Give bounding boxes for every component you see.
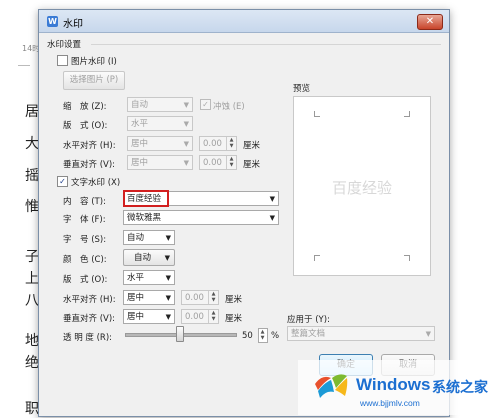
text-halign-value: 居中 [127,293,145,303]
scale-label: 缩 放 (Z): [63,102,107,112]
apply-to-select[interactable]: 整篇文档 ▼ [287,326,435,341]
watermark-dialog: W 水印 ✕ 水印设置 图片水印 (I) 选择图片 (P) 缩 放 (Z): 自… [38,9,450,417]
wps-app-icon: W [47,16,58,27]
brand-url: www.bjjmlv.com [360,398,420,408]
chevron-down-icon: ▼ [269,214,275,222]
spinner-arrows-icon[interactable]: ▲ ▼ [208,291,218,304]
chevron-down-icon: ▼ [165,234,171,242]
text-valign-value: 居中 [127,312,145,322]
font-value: 微软雅黑 [127,213,162,223]
text-valign-select[interactable]: 居中 ▼ [123,309,175,324]
pic-halign-value: 居中 [131,139,149,149]
transparency-value: 50 [242,331,253,341]
chevron-down-icon: ▼ [183,101,189,109]
pic-halign-spinner[interactable]: 0.00 ▲ ▼ [199,136,237,151]
text-valign-spinner[interactable]: 0.00 ▲ ▼ [181,309,219,324]
text-halign-num: 0.00 [185,293,204,303]
brand-cn-text: 系统之家 [432,380,488,396]
text-watermark-checkbox[interactable]: ✓ [57,176,68,187]
font-label: 字 体 (F): [63,215,106,225]
washout-label: 冲蚀 (E) [213,102,245,112]
windows-logo-icon [315,374,348,398]
watermark-settings-label: 水印设置 [47,40,82,50]
spinner-arrows-icon[interactable]: ▲ ▼ [226,156,236,169]
scale-select[interactable]: 自动 ▼ [127,97,193,112]
chevron-down-icon: ▼ [164,254,170,262]
text-layout-label: 版 式 (O): [63,275,108,285]
size-label: 字 号 (S): [63,235,107,245]
dialog-titlebar[interactable]: W 水印 ✕ [39,10,449,33]
text-valign-label: 垂直对齐 (V): [63,314,116,324]
close-button[interactable]: ✕ [417,14,443,30]
pic-valign-num: 0.00 [203,158,222,168]
text-halign-unit: 厘米 [225,295,243,305]
chevron-down-icon: ▼ [269,195,275,203]
chevron-down-icon: ▼ [183,140,189,148]
color-button[interactable]: 自动 ▼ [123,249,175,266]
text-watermark-label: 文字水印 (X) [71,178,121,188]
preview-watermark-text: 百度经验 [331,179,392,197]
margin-mark [18,65,30,66]
pic-valign-spinner[interactable]: 0.00 ▲ ▼ [199,155,237,170]
pic-valign-unit: 厘米 [243,160,261,170]
dialog-title: 水印 [63,19,83,30]
spinner-arrows-icon[interactable]: ▲ ▼ [226,137,236,150]
scale-value: 自动 [131,100,149,110]
size-value: 自动 [127,233,145,243]
pic-valign-label: 垂直对齐 (V): [63,160,116,170]
chevron-down-icon: ▼ [165,294,171,302]
transparency-slider-thumb[interactable] [176,326,184,342]
apply-to-label: 应用于 (Y): [287,315,330,325]
size-select[interactable]: 自动 ▼ [123,230,175,245]
preview-corner [314,111,320,117]
pic-valign-value: 居中 [131,158,149,168]
text-halign-label: 水平对齐 (H): [63,295,116,305]
pic-halign-unit: 厘米 [243,141,261,151]
apply-to-value: 整篇文档 [291,329,326,339]
transparency-label: 透 明 度 (R): [63,333,113,343]
washout-checkbox[interactable]: ✓ [200,99,211,110]
select-picture-button[interactable]: 选择图片 (P) [63,71,125,90]
text-halign-spinner[interactable]: 0.00 ▲ ▼ [181,290,219,305]
windows-logo-text: Windows [356,375,431,394]
text-layout-select[interactable]: 水平 ▼ [123,270,175,285]
pic-halign-num: 0.00 [203,139,222,149]
preview-label: 预览 [293,84,311,94]
pic-layout-value: 水平 [131,119,149,129]
pic-layout-label: 版 式 (O): [63,121,108,131]
preview-corner [404,255,410,261]
transparency-spinner[interactable]: ▲ ▼ [258,328,268,343]
color-label: 颜 色 (C): [63,255,107,265]
font-select[interactable]: 微软雅黑 ▼ [123,210,279,225]
chevron-down-icon: ▼ [165,313,171,321]
chevron-down-icon: ▼ [165,274,171,282]
preview-pane: 百度经验 [293,96,431,276]
group-divider [91,44,441,45]
content-highlight [123,190,169,207]
pic-layout-select[interactable]: 水平 ▼ [127,116,193,131]
content-label: 内 容 (T): [63,197,106,207]
transparency-unit: % [271,331,280,341]
spinner-arrows-icon[interactable]: ▲ ▼ [208,310,218,323]
chevron-down-icon: ▼ [183,120,189,128]
chevron-down-icon: ▼ [183,159,189,167]
pic-halign-label: 水平对齐 (H): [63,141,116,151]
pic-halign-select[interactable]: 居中 ▼ [127,136,193,151]
text-valign-num: 0.00 [185,312,204,322]
preview-corner [314,255,320,261]
text-layout-value: 水平 [127,273,145,283]
text-halign-select[interactable]: 居中 ▼ [123,290,175,305]
pic-valign-select[interactable]: 居中 ▼ [127,155,193,170]
text-valign-unit: 厘米 [225,314,243,324]
picture-watermark-label: 图片水印 (I) [71,57,117,67]
chevron-down-icon: ▼ [425,330,431,338]
picture-watermark-checkbox[interactable] [57,55,68,66]
color-value: 自动 [134,253,152,263]
preview-corner [404,111,410,117]
spinner-arrows-icon[interactable]: ▲ ▼ [258,329,267,342]
